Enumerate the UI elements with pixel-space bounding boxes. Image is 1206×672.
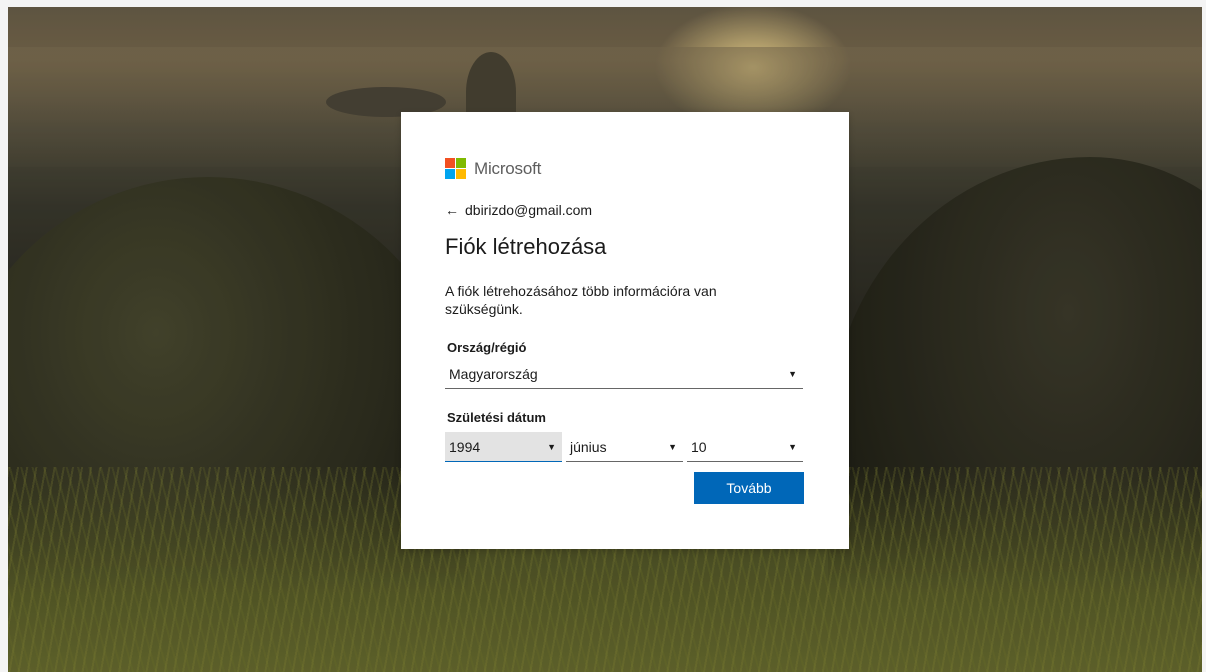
- page-title: Fiók létrehozása: [445, 234, 607, 259]
- identity-email: dbirizdo@gmail.com: [465, 202, 593, 218]
- microsoft-logo-icon: [445, 158, 466, 179]
- brand-name: Microsoft: [474, 158, 542, 178]
- country-select[interactable]: Magyarország ▼: [445, 359, 803, 389]
- logo-yellow-square: [456, 169, 466, 179]
- chevron-down-icon: ▼: [668, 441, 677, 452]
- country-label: Ország/régió: [447, 340, 527, 355]
- birth-month-select[interactable]: június ▼: [566, 432, 683, 462]
- chevron-down-icon: ▼: [788, 441, 797, 452]
- signup-card: Microsoft ← dbirizdo@gmail.com Fiók létr…: [401, 112, 849, 549]
- birth-day-select[interactable]: 10 ▼: [687, 432, 803, 462]
- back-identity-link[interactable]: ← dbirizdo@gmail.com: [445, 202, 592, 218]
- birth-month-value: június: [570, 438, 607, 455]
- logo-green-square: [456, 158, 466, 168]
- next-button[interactable]: Tovább: [694, 472, 804, 504]
- page-frame: Microsoft ← dbirizdo@gmail.com Fiók létr…: [0, 0, 1206, 672]
- brand-header: Microsoft: [445, 158, 541, 179]
- logo-red-square: [445, 158, 455, 168]
- chevron-down-icon: ▼: [788, 368, 797, 379]
- birth-day-value: 10: [691, 438, 707, 455]
- chevron-down-icon: ▼: [547, 441, 556, 452]
- back-arrow-icon: ←: [445, 202, 459, 218]
- logo-blue-square: [445, 169, 455, 179]
- description-text: A fiók létrehozásához több információra …: [445, 283, 717, 317]
- country-value: Magyarország: [449, 365, 538, 382]
- birth-year-value: 1994: [449, 438, 481, 455]
- birthdate-label: Születési dátum: [447, 410, 546, 425]
- birth-year-select[interactable]: 1994 ▼: [445, 432, 562, 462]
